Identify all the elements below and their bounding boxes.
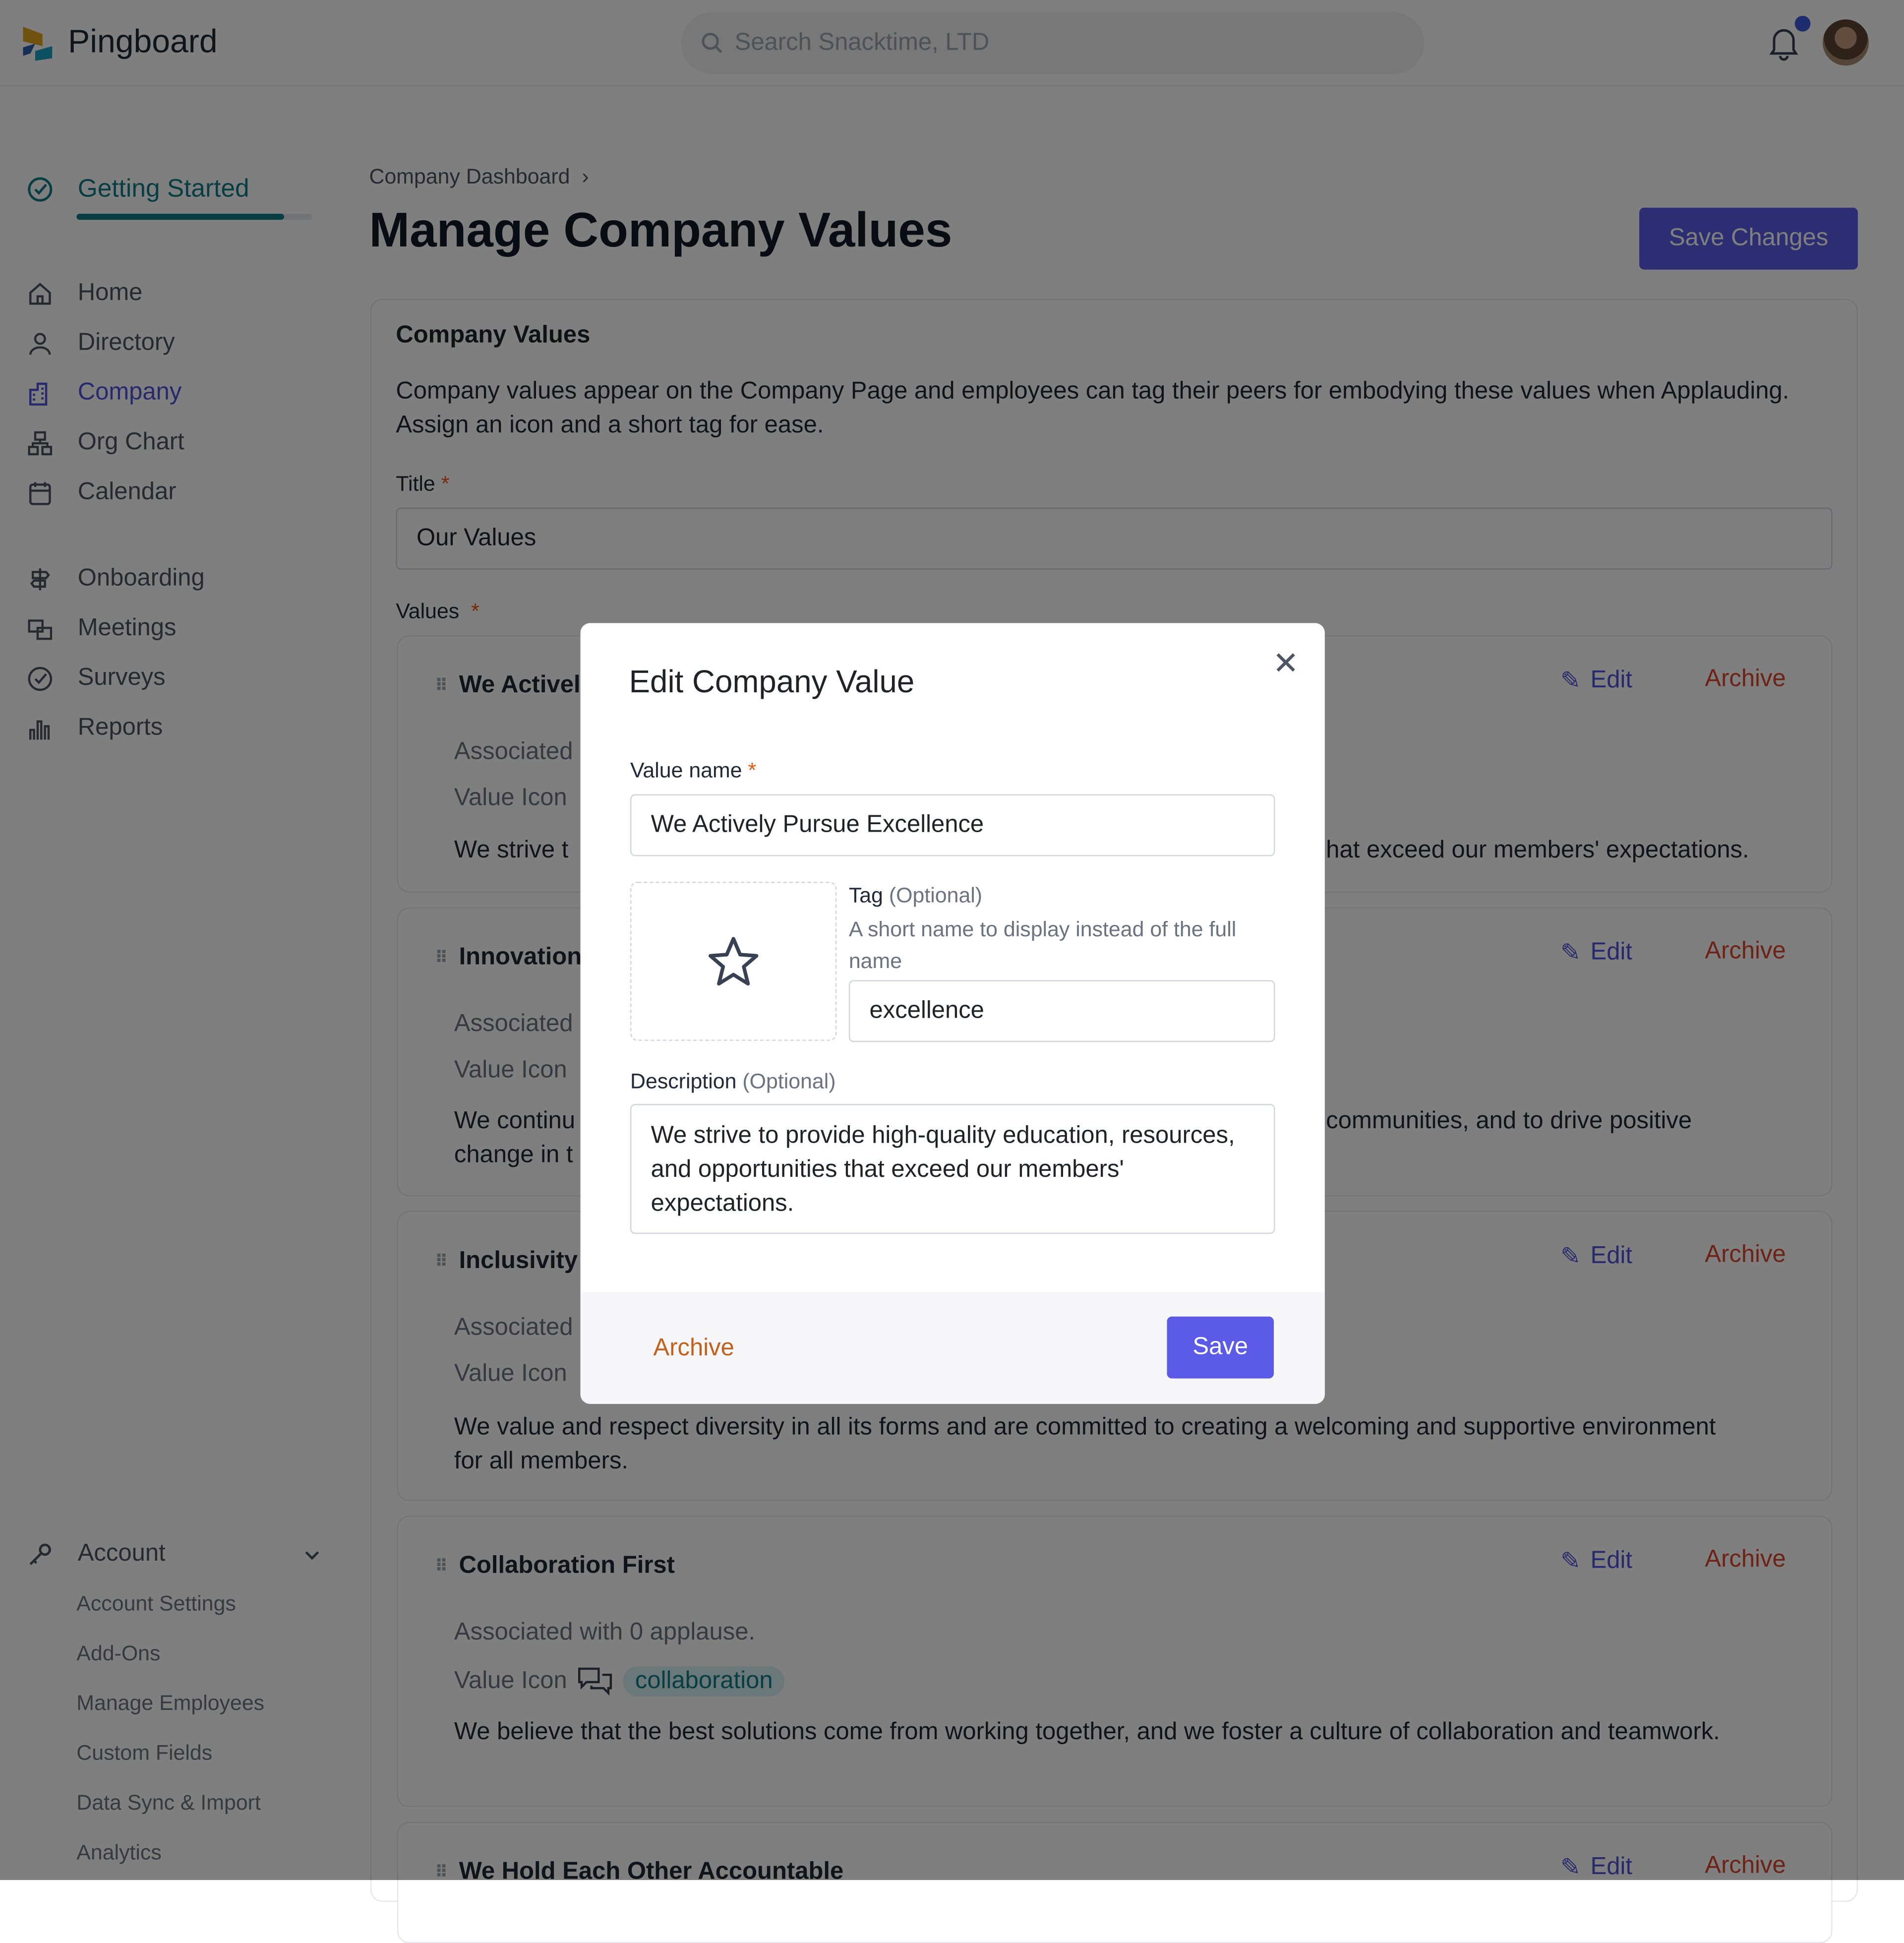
icon-picker[interactable] [630,881,837,1041]
tag-input[interactable]: excellence [848,980,1275,1042]
edit-value-modal: Edit Company Value ✕ Value name * We Act… [580,623,1325,1404]
tag-label: Tag (Optional) [848,883,983,908]
save-button[interactable]: Save [1167,1316,1274,1379]
archive-button[interactable]: Archive [654,1335,734,1362]
description-textarea[interactable]: We strive to provide high-quality educat… [630,1104,1275,1234]
modal-footer: Archive Save [580,1292,1325,1404]
tag-help-text: A short name to display instead of the f… [848,916,1237,973]
close-icon[interactable]: ✕ [1273,645,1299,682]
modal-title: Edit Company Value [629,663,915,700]
value-name-label: Value name * [630,758,757,783]
description-label: Description (Optional) [630,1069,836,1093]
value-name-input[interactable]: We Actively Pursue Excellence [630,794,1275,856]
star-icon [708,936,759,985]
